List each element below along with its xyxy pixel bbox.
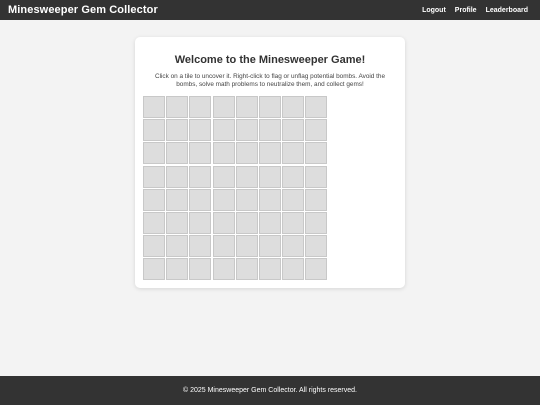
board-tile[interactable] — [235, 96, 258, 118]
board-tile[interactable] — [166, 96, 189, 118]
board-tile[interactable] — [189, 235, 212, 258]
board-tile[interactable] — [212, 96, 235, 118]
board-tile[interactable] — [143, 96, 165, 118]
board-tile[interactable] — [166, 142, 189, 165]
board-tile[interactable] — [166, 235, 189, 258]
board-tile[interactable] — [282, 211, 305, 234]
page-title: Welcome to the Minesweeper Game! — [174, 54, 366, 66]
board-tile[interactable] — [235, 235, 258, 258]
board-tile[interactable] — [189, 258, 212, 281]
board-tile[interactable] — [212, 211, 235, 234]
board-tile[interactable] — [282, 188, 305, 211]
board-tile[interactable] — [282, 119, 305, 142]
board-tile[interactable] — [189, 165, 212, 188]
board-tile[interactable] — [305, 142, 328, 165]
board-tile[interactable] — [212, 119, 235, 142]
instructions-text: Click on a tile to uncover it. Right-cli… — [154, 73, 386, 88]
board-tile[interactable] — [143, 235, 165, 258]
board-tile[interactable] — [143, 188, 165, 211]
board-tile[interactable] — [189, 119, 212, 142]
board-tile[interactable] — [166, 258, 189, 281]
minesweeper-board — [143, 96, 328, 281]
leaderboard-link[interactable]: Leaderboard — [486, 7, 528, 14]
board-tile[interactable] — [189, 96, 212, 118]
board-tile[interactable] — [258, 211, 281, 234]
board-tile[interactable] — [282, 142, 305, 165]
logout-link[interactable]: Logout — [422, 7, 446, 14]
board-tile[interactable] — [212, 165, 235, 188]
board-tile[interactable] — [143, 258, 165, 281]
board-tile[interactable] — [305, 96, 328, 118]
board-tile[interactable] — [235, 165, 258, 188]
nav-links: Logout Profile Leaderboard — [422, 7, 528, 14]
top-navbar: Minesweeper Gem Collector Logout Profile… — [0, 0, 540, 20]
board-tile[interactable] — [189, 142, 212, 165]
board-tile[interactable] — [166, 119, 189, 142]
board-tile[interactable] — [166, 165, 189, 188]
board-tile[interactable] — [258, 142, 281, 165]
copyright-text: © 2025 Minesweeper Gem Collector. All ri… — [182, 387, 357, 394]
board-tile[interactable] — [305, 258, 328, 281]
app-title: Minesweeper Gem Collector — [8, 4, 158, 16]
profile-link[interactable]: Profile — [455, 7, 477, 14]
board-tile[interactable] — [258, 258, 281, 281]
board-tile[interactable] — [305, 211, 328, 234]
board-tile[interactable] — [258, 165, 281, 188]
board-tile[interactable] — [305, 235, 328, 258]
board-tile[interactable] — [166, 188, 189, 211]
board-tile[interactable] — [212, 142, 235, 165]
board-tile[interactable] — [166, 211, 189, 234]
board-tile[interactable] — [143, 165, 165, 188]
board-tile[interactable] — [305, 188, 328, 211]
board-tile[interactable] — [235, 211, 258, 234]
board-tile[interactable] — [143, 119, 165, 142]
page-footer: © 2025 Minesweeper Gem Collector. All ri… — [0, 376, 540, 405]
board-tile[interactable] — [258, 96, 281, 118]
board-tile[interactable] — [282, 165, 305, 188]
board-tile[interactable] — [282, 96, 305, 118]
game-card: Welcome to the Minesweeper Game! Click o… — [135, 37, 405, 288]
board-tile[interactable] — [305, 119, 328, 142]
board-tile[interactable] — [258, 188, 281, 211]
board-tile[interactable] — [282, 258, 305, 281]
board-tile[interactable] — [189, 211, 212, 234]
board-tile[interactable] — [235, 142, 258, 165]
board-tile[interactable] — [235, 188, 258, 211]
board-tile[interactable] — [235, 119, 258, 142]
board-tile[interactable] — [212, 258, 235, 281]
board-tile[interactable] — [143, 142, 165, 165]
board-tile[interactable] — [258, 119, 281, 142]
board-tile[interactable] — [235, 258, 258, 281]
board-tile[interactable] — [189, 188, 212, 211]
board-tile[interactable] — [212, 235, 235, 258]
board-tile[interactable] — [143, 211, 165, 234]
board-tile[interactable] — [305, 165, 328, 188]
board-tile[interactable] — [212, 188, 235, 211]
board-tile[interactable] — [258, 235, 281, 258]
board-tile[interactable] — [282, 235, 305, 258]
